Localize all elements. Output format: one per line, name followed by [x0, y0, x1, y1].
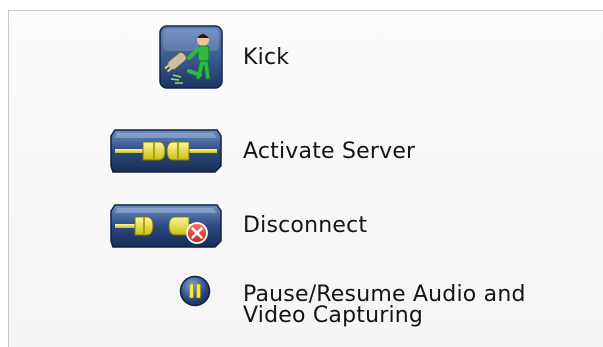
pause-icon[interactable] — [179, 275, 211, 307]
plug-disconnect-icon[interactable] — [109, 201, 223, 249]
legend-row-disconnect: Disconnect — [9, 196, 603, 256]
legend-panel: Kick Activate Server Disconnect Pause/Re… — [8, 10, 603, 347]
legend-row-pause-resume: Pause/Resume Audio and Video Capturing — [9, 269, 603, 347]
item-label-kick: Kick — [243, 45, 290, 70]
item-label-pause-resume: Pause/Resume Audio and Video Capturing — [243, 282, 526, 328]
plug-connected-icon[interactable] — [109, 126, 223, 174]
legend-row-activate-server: Activate Server — [9, 116, 603, 186]
item-label-disconnect: Disconnect — [243, 213, 368, 238]
legend-row-kick: Kick — [9, 11, 603, 101]
kick-user-icon[interactable] — [159, 25, 223, 89]
item-label-activate-server: Activate Server — [243, 139, 416, 164]
